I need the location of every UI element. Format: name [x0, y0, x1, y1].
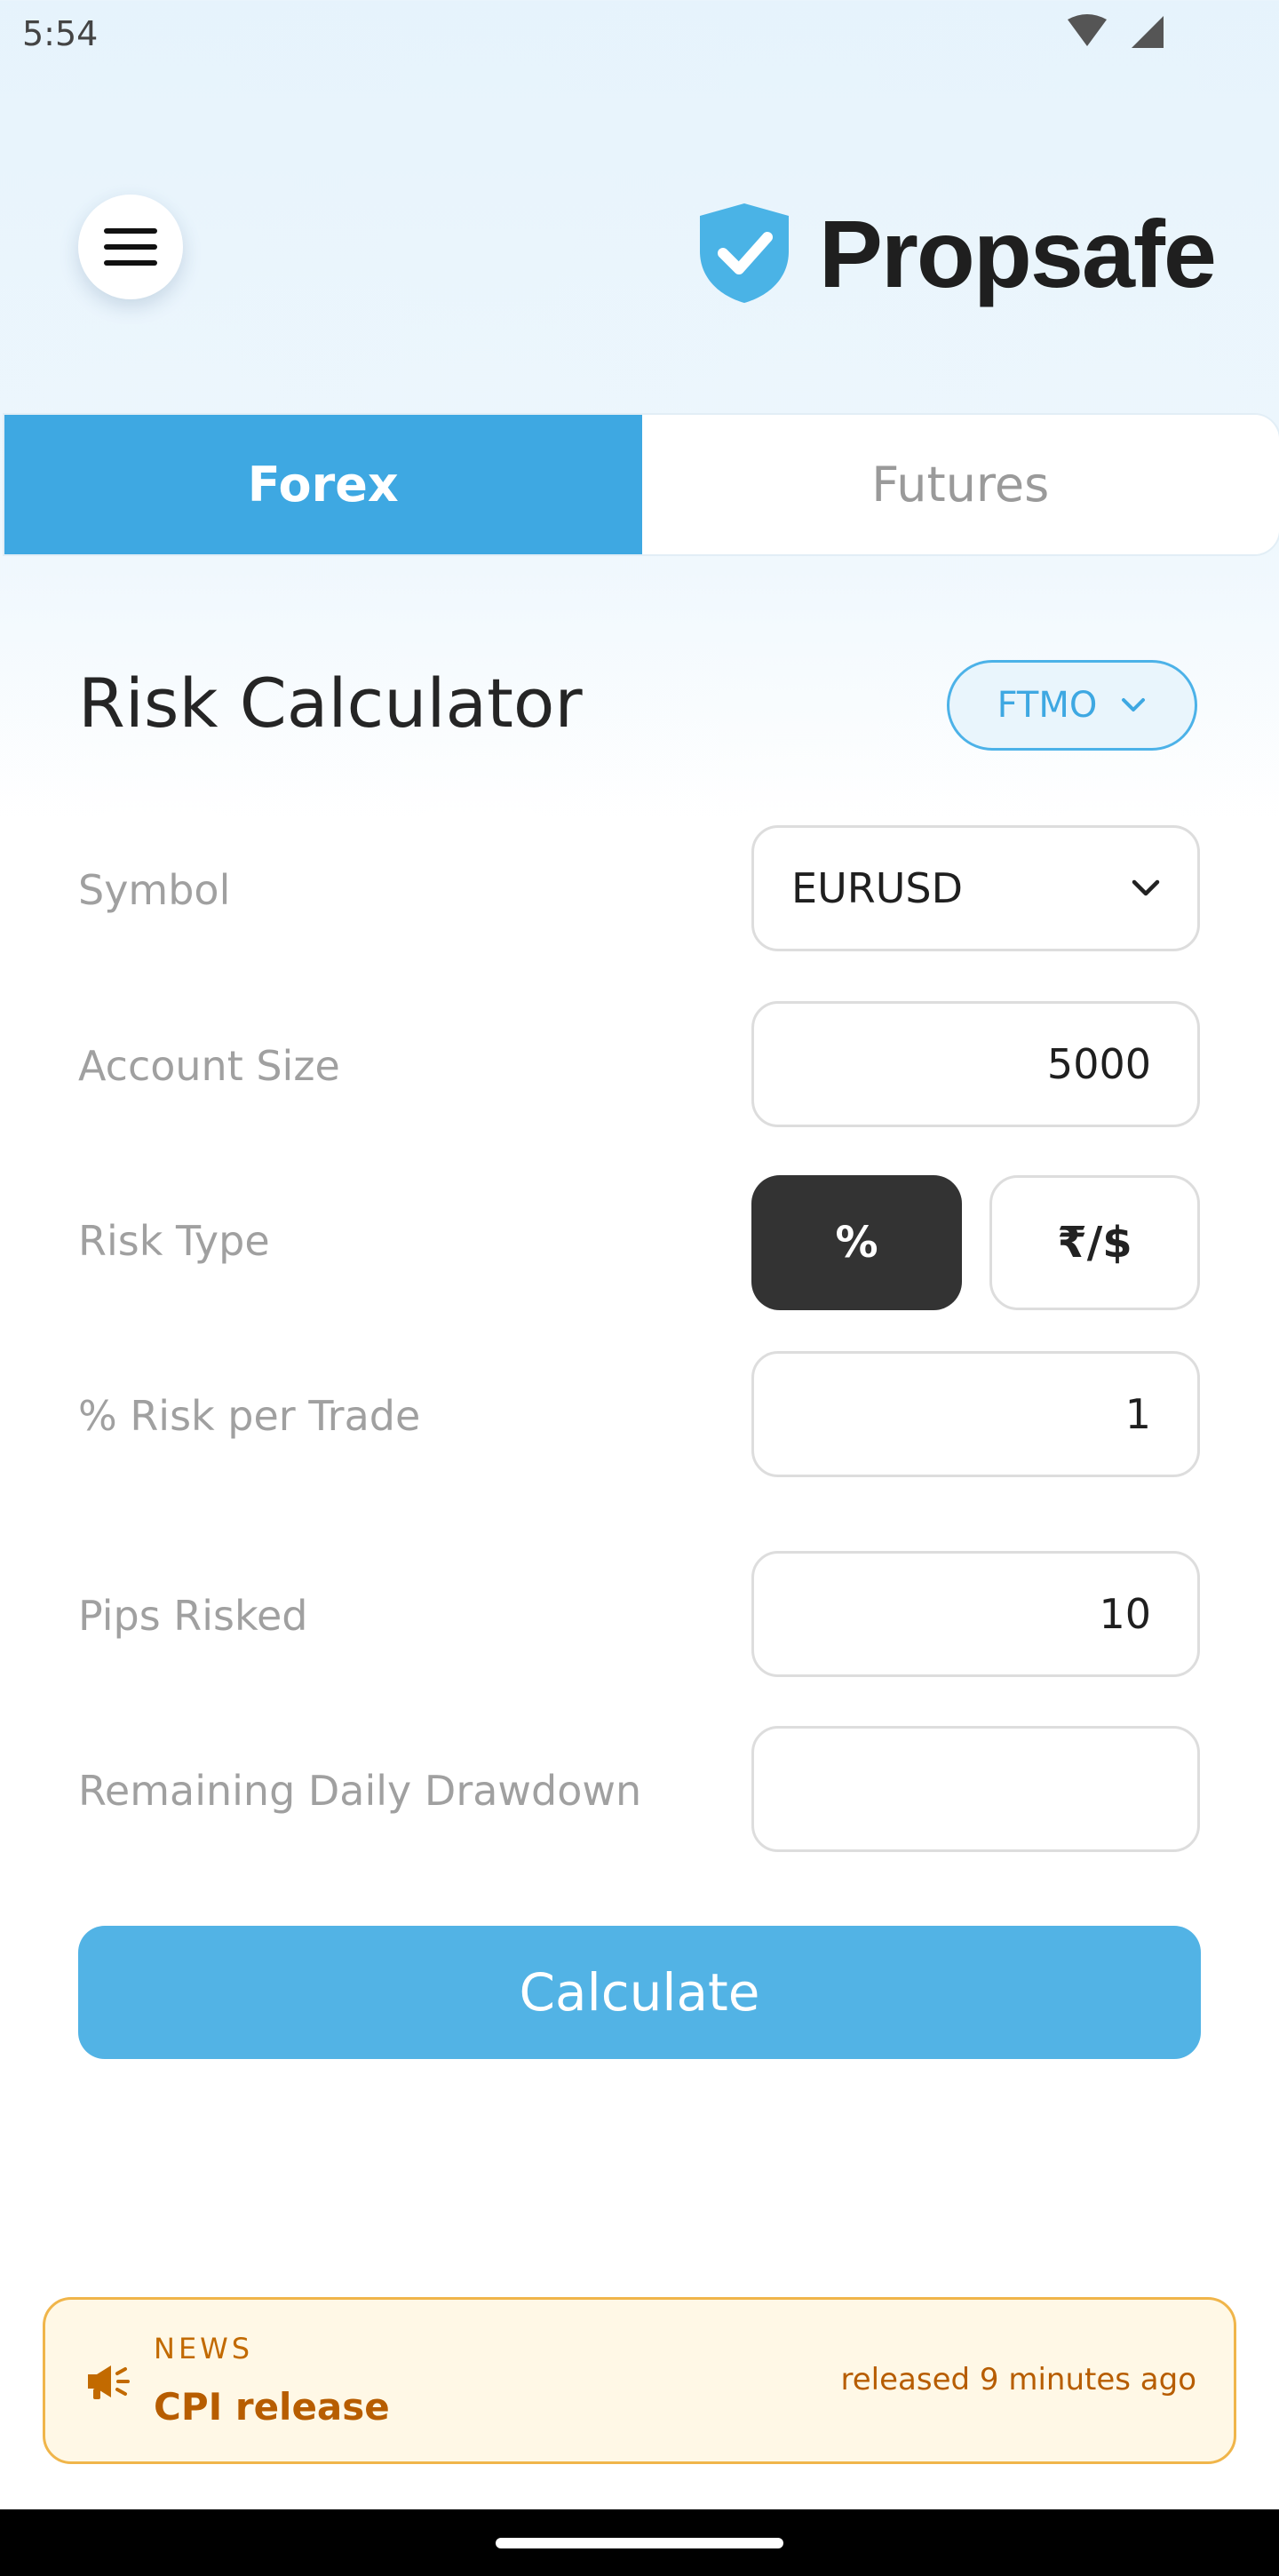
risk-type-percent-button[interactable]: % — [751, 1175, 962, 1310]
risk-per-trade-label: % Risk per Trade — [78, 1392, 421, 1440]
status-bar: 5:54 — [0, 0, 1279, 67]
calculate-button[interactable]: Calculate — [78, 1926, 1201, 2059]
signal-icon — [1132, 16, 1164, 48]
home-gesture-handle[interactable] — [496, 2538, 783, 2548]
shield-check-icon — [699, 203, 789, 303]
wifi-icon — [1068, 14, 1107, 46]
menu-button[interactable] — [78, 195, 183, 299]
news-title: CPI release — [154, 2385, 390, 2429]
pips-risked-label: Pips Risked — [78, 1592, 308, 1640]
chevron-down-icon — [1122, 698, 1146, 712]
remaining-daily-drawdown-label: Remaining Daily Drawdown — [78, 1767, 642, 1815]
brand-name: Propsafe — [818, 199, 1217, 307]
chevron-down-icon — [1132, 879, 1160, 896]
news-time: released 9 minutes ago — [840, 2362, 1196, 2397]
risk-type-currency-button[interactable]: ₹/$ — [989, 1175, 1200, 1310]
symbol-value: EURUSD — [791, 864, 963, 912]
account-size-label: Account Size — [78, 1042, 340, 1090]
pips-risked-input[interactable]: 10 — [751, 1551, 1200, 1677]
symbol-select[interactable]: EURUSD — [751, 825, 1200, 951]
symbol-label: Symbol — [78, 866, 231, 914]
news-card[interactable]: NEWS CPI release released 9 minutes ago — [43, 2297, 1236, 2464]
account-size-input[interactable]: 5000 — [751, 1001, 1200, 1127]
firm-selector-label: FTMO — [997, 685, 1098, 726]
brand-logo: Propsafe — [696, 195, 1217, 311]
page-title: Risk Calculator — [78, 664, 583, 743]
market-tabs: Forex Futures — [3, 413, 1279, 556]
hamburger-menu-icon — [104, 228, 157, 266]
firm-selector[interactable]: FTMO — [947, 660, 1197, 751]
tab-futures[interactable]: Futures — [641, 415, 1279, 554]
risk-type-label: Risk Type — [78, 1217, 270, 1265]
risk-per-trade-input[interactable]: 1 — [751, 1351, 1200, 1477]
status-icons — [1068, 14, 1164, 48]
status-time: 5:54 — [22, 14, 99, 53]
system-nav-bar — [0, 2509, 1279, 2576]
tab-forex[interactable]: Forex — [4, 415, 642, 554]
remaining-daily-drawdown-input[interactable] — [751, 1726, 1200, 1852]
megaphone-icon — [88, 2365, 130, 2399]
news-tag: NEWS — [154, 2332, 254, 2365]
